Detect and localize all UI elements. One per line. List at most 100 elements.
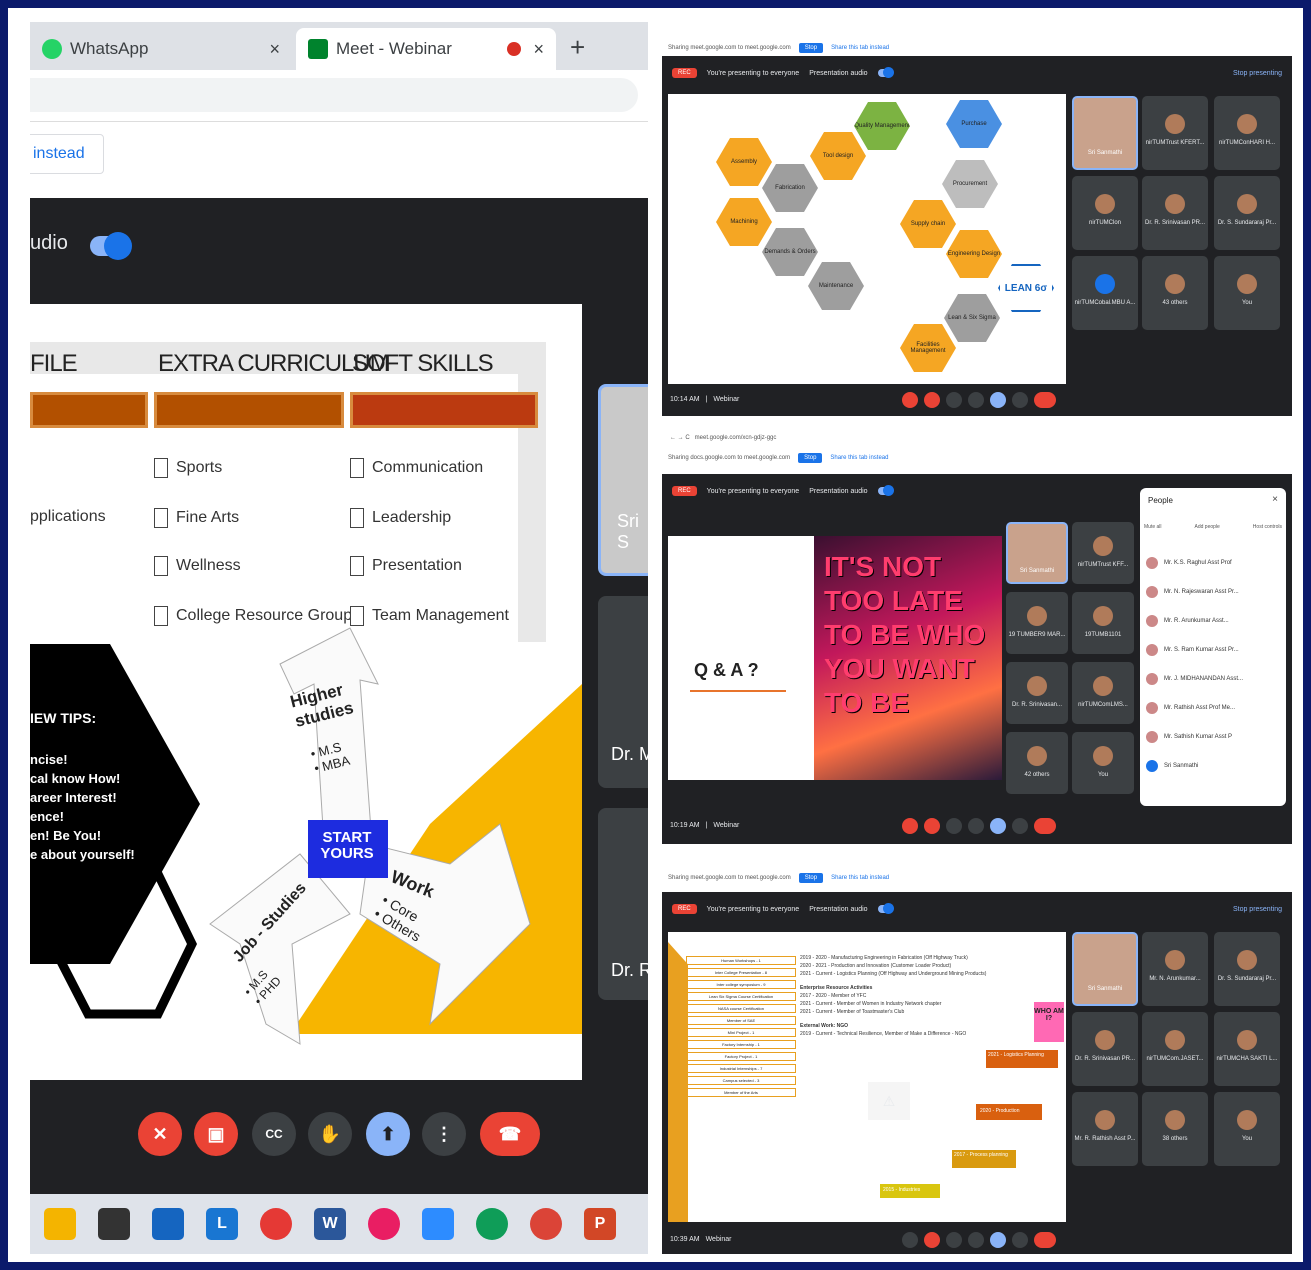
more-vert-icon[interactable] — [1012, 1232, 1028, 1248]
participant-tile[interactable]: Sri Sanmathi — [1072, 932, 1138, 1006]
audio-toggle[interactable] — [877, 903, 894, 914]
new-tab-button[interactable]: + — [570, 32, 585, 63]
word-icon[interactable]: W — [314, 1208, 346, 1240]
participant-tile[interactable]: nirTUMTrust KFF... — [1072, 522, 1134, 584]
participant-tile[interactable]: You — [1072, 732, 1134, 794]
stop-sharing-button[interactable]: Stop — [798, 43, 824, 53]
tab-whatsapp[interactable]: WhatsApp × — [30, 28, 292, 70]
mail-icon[interactable] — [152, 1208, 184, 1240]
participant-tile[interactable]: Mr. N. Arunkumar... — [1142, 932, 1208, 1006]
participant-tile[interactable]: 38 others — [1142, 1092, 1208, 1166]
meet-icon — [308, 39, 328, 59]
share-instead-button[interactable]: instead — [30, 134, 104, 174]
hand-icon[interactable] — [968, 818, 984, 834]
captions-icon[interactable] — [946, 1232, 962, 1248]
hangup-icon[interactable] — [1034, 818, 1056, 834]
raise-hand-button[interactable]: ✋ — [308, 1112, 352, 1156]
participant-tile[interactable]: Dr. S. Sundararaj Pr... — [1214, 932, 1280, 1006]
host-controls-button[interactable]: Host controls — [1253, 524, 1282, 530]
url-field[interactable] — [30, 78, 638, 112]
participant-tile[interactable]: 19TUMB1101 — [1072, 592, 1134, 654]
participant-tile[interactable]: 19 TUMBER9 MAR... — [1006, 592, 1068, 654]
participant-tile[interactable]: 43 others — [1142, 256, 1208, 330]
audio-toggle[interactable] — [877, 67, 894, 78]
more-options-button[interactable]: ⋮ — [422, 1112, 466, 1156]
more-vert-icon[interactable] — [1012, 392, 1028, 408]
snip-icon[interactable] — [368, 1208, 400, 1240]
captions-icon[interactable] — [946, 818, 962, 834]
audio-toggle[interactable] — [877, 485, 894, 496]
folder-icon[interactable] — [44, 1208, 76, 1240]
participant-tile[interactable]: You — [1214, 1092, 1280, 1166]
present-button[interactable]: ⬆ — [366, 1112, 410, 1156]
hangup-icon[interactable] — [1034, 1232, 1056, 1248]
tab-meet-webinar[interactable]: Meet - Webinar × — [296, 28, 556, 70]
list-item[interactable]: Mr. S. Ram Kumar Asst Pr... — [1140, 635, 1286, 664]
close-icon[interactable]: × — [269, 39, 280, 60]
camera-off-icon[interactable] — [924, 1232, 940, 1248]
mute-all-button[interactable]: Mute all — [1144, 524, 1162, 530]
participant-tile[interactable]: Sri Sanmathi — [1006, 522, 1068, 584]
participant-tile[interactable]: Dr. R. Srinivasan... — [1006, 662, 1068, 724]
stop-sharing-button[interactable]: Stop — [798, 873, 824, 883]
list-item[interactable]: Mr. N. Rajeswaran Asst Pr... — [1140, 577, 1286, 606]
camera-off-button[interactable]: ▣ — [194, 1112, 238, 1156]
participant-tile[interactable]: You — [1214, 256, 1280, 330]
participant-tile[interactable]: nirTUMClon — [1072, 176, 1138, 250]
mic-off-button[interactable]: ✕ — [138, 1112, 182, 1156]
participant-tile[interactable]: nirTUMCom.JASET... — [1142, 1012, 1208, 1086]
participant-tile[interactable]: nirTUMTrust KFERT... — [1142, 96, 1208, 170]
participant-tile[interactable]: nirTUMCobal.MBU A... — [1072, 256, 1138, 330]
share-tab-button[interactable]: Share this tab instead — [831, 45, 889, 51]
participant-tile[interactable]: Dr. R. Srinivasan PR... — [1142, 176, 1208, 250]
zoom-icon[interactable] — [422, 1208, 454, 1240]
share-tab-button[interactable]: Share this tab instead — [831, 875, 889, 881]
camera-off-icon[interactable] — [924, 392, 940, 408]
chrome-profile-icon[interactable] — [530, 1208, 562, 1240]
captions-icon[interactable] — [946, 392, 962, 408]
add-people-button[interactable]: Add people — [1195, 524, 1220, 530]
store-icon[interactable] — [98, 1208, 130, 1240]
participant-tile[interactable]: nirTUMCHA SAKTI L... — [1214, 1012, 1280, 1086]
captions-button[interactable]: CC — [252, 1112, 296, 1156]
participant-tile-dr-m[interactable]: Dr. M — [598, 596, 648, 788]
edge-icon[interactable] — [476, 1208, 508, 1240]
participant-tile-sri[interactable]: Sri S — [598, 384, 648, 576]
participant-tile[interactable]: Sri Sanmathi — [1072, 96, 1138, 170]
stop-presenting-button[interactable]: Stop presenting — [1233, 906, 1282, 913]
close-icon[interactable]: × — [533, 39, 544, 60]
hand-icon[interactable] — [968, 1232, 984, 1248]
present-icon[interactable] — [990, 1232, 1006, 1248]
list-item[interactable]: Mr. Rathish Asst Prof Me... — [1140, 693, 1286, 722]
share-tab-button[interactable]: Share this tab instead — [830, 455, 888, 461]
powerpoint-icon[interactable]: P — [584, 1208, 616, 1240]
l-app-icon[interactable]: L — [206, 1208, 238, 1240]
participant-tile[interactable]: nirTUMConHARI H... — [1214, 96, 1280, 170]
list-item[interactable]: Mr. Sathish Kumar Asst P — [1140, 722, 1286, 751]
participant-tile-dr-r[interactable]: Dr. R — [598, 808, 648, 1000]
list-item[interactable]: Mr. R. Arunkumar Asst... — [1140, 606, 1286, 635]
participant-tile[interactable]: nirTUMComLMS... — [1072, 662, 1134, 724]
present-icon[interactable] — [990, 818, 1006, 834]
participant-tile[interactable]: Mr. R. Rathish Asst P... — [1072, 1092, 1138, 1166]
participant-tile[interactable]: 42 others — [1006, 732, 1068, 794]
close-icon[interactable]: × — [1272, 494, 1278, 505]
hangup-icon[interactable] — [1034, 392, 1056, 408]
stop-sharing-button[interactable]: Stop — [798, 453, 823, 463]
list-item[interactable]: Sri Sanmathi — [1140, 751, 1286, 780]
mic-off-icon[interactable] — [902, 818, 918, 834]
mic-off-icon[interactable] — [902, 392, 918, 408]
more-vert-icon[interactable] — [1012, 818, 1028, 834]
list-item[interactable]: Mr. J. MIDHANANDAN Asst... — [1140, 664, 1286, 693]
mic-icon[interactable] — [902, 1232, 918, 1248]
participant-tile[interactable]: Dr. S. Sundararaj Pr... — [1214, 176, 1280, 250]
chrome-icon[interactable] — [260, 1208, 292, 1240]
list-item[interactable]: Mr. K.S. Raghul Asst Prof — [1140, 548, 1286, 577]
participant-tile[interactable]: Dr. R. Srinivasan PR... — [1072, 1012, 1138, 1086]
audio-toggle[interactable] — [90, 232, 132, 260]
present-icon[interactable] — [990, 392, 1006, 408]
camera-off-icon[interactable] — [924, 818, 940, 834]
stop-presenting-button[interactable]: Stop presenting — [1233, 70, 1282, 77]
hand-icon[interactable] — [968, 392, 984, 408]
leave-call-button[interactable]: ☎ — [480, 1112, 540, 1156]
